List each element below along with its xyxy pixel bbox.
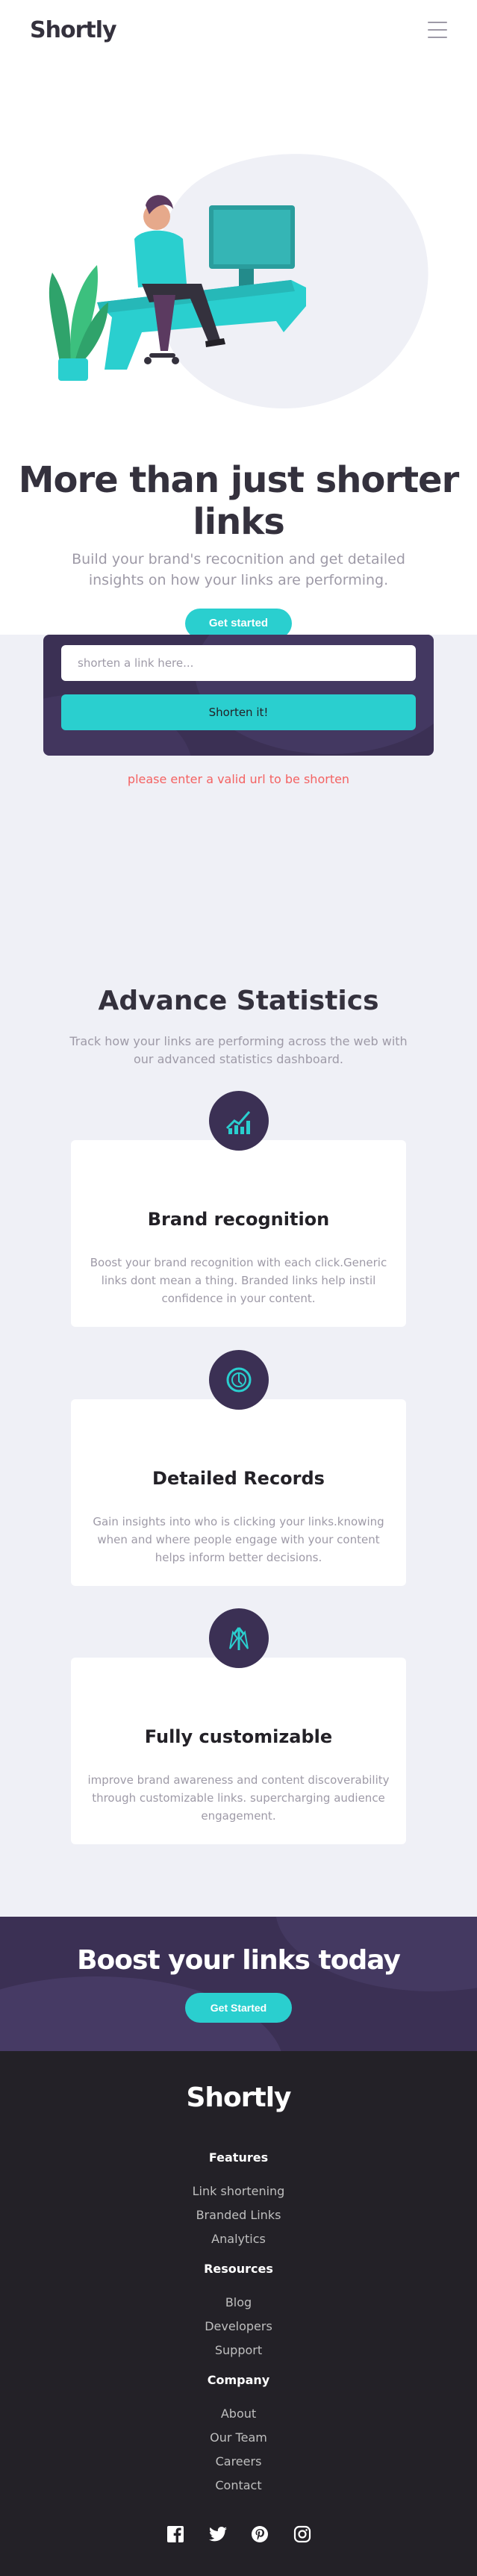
footer-link-developers[interactable]: Developers — [0, 2319, 477, 2333]
header: Shortly — [0, 0, 477, 60]
social-links — [166, 2524, 312, 2544]
footer-heading-features: Features — [208, 2150, 269, 2165]
footer-link-contact[interactable]: Contact — [0, 2478, 477, 2492]
feature-card-detailed-records: Detailed Records Gain insights into who … — [71, 1350, 406, 1586]
shorten-form: Shorten it! — [43, 635, 434, 756]
card-text: Boost your brand recognition with each c… — [90, 1256, 387, 1305]
footer-logo[interactable]: Shortly — [0, 2082, 477, 2113]
instagram-icon[interactable] — [293, 2524, 312, 2544]
fully-customizable-icon — [209, 1608, 269, 1668]
boost-get-started-button[interactable]: Get Started — [185, 1993, 292, 2023]
card-title: Fully customizable — [144, 1726, 333, 1747]
card-title: Brand recognition — [147, 1209, 330, 1230]
statistics-title: Advance Statistics — [98, 986, 379, 1016]
footer-link-our-team[interactable]: Our Team — [0, 2430, 477, 2445]
footer-link-support[interactable]: Support — [0, 2343, 477, 2357]
feature-card-fully-customizable: Fully customizable improve brand awarene… — [71, 1608, 406, 1844]
statistics-section: Shorten it! please enter a valid url to … — [0, 635, 477, 1917]
footer-heading-company: Company — [207, 2373, 270, 2387]
hero-title: More than just shorter links — [18, 459, 459, 543]
hero-subtitle: Build your brand's recocnition and get d… — [72, 551, 405, 588]
hamburger-icon[interactable] — [428, 22, 447, 38]
footer-link-about[interactable]: About — [0, 2407, 477, 2421]
footer-link-careers[interactable]: Careers — [0, 2454, 477, 2468]
footer-link-link-shortening[interactable]: Link shortening — [0, 2184, 477, 2198]
pinterest-icon[interactable] — [250, 2524, 269, 2544]
footer-link-branded-links[interactable]: Branded Links — [0, 2208, 477, 2222]
error-message: please enter a valid url to be shorten — [127, 772, 350, 786]
page: Shortly More than just shorter links Bui… — [0, 0, 477, 2576]
logo[interactable]: Shortly — [30, 17, 117, 43]
statistics-subtitle: Track how your links are performing acro… — [69, 1034, 408, 1066]
footer-heading-resources: Resources — [204, 2262, 273, 2276]
shorten-input[interactable] — [61, 645, 416, 681]
card-title: Detailed Records — [152, 1468, 325, 1489]
facebook-icon[interactable] — [166, 2524, 185, 2544]
card-text: improve brand awareness and content disc… — [87, 1773, 390, 1823]
working-illustration — [49, 154, 428, 409]
get-started-button[interactable]: Get started — [185, 609, 292, 638]
shorten-button[interactable]: Shorten it! — [61, 694, 416, 730]
detailed-records-icon — [209, 1350, 269, 1410]
boost-title: Boost your links today — [77, 1945, 401, 1976]
footer-link-analytics[interactable]: Analytics — [0, 2232, 477, 2246]
card-text: Gain insights into who is clicking your … — [93, 1515, 384, 1564]
footer-link-blog[interactable]: Blog — [0, 2295, 477, 2309]
twitter-icon[interactable] — [208, 2524, 228, 2544]
hero-section: More than just shorter links Build your … — [0, 60, 477, 638]
footer: Shortly Features Link shortening Branded… — [0, 2051, 477, 2576]
brand-recognition-icon — [209, 1091, 269, 1151]
boost-section: Boost your links today Get Started — [0, 1917, 477, 2051]
feature-card-brand-recognition: Brand recognition Boost your brand recog… — [71, 1091, 406, 1327]
